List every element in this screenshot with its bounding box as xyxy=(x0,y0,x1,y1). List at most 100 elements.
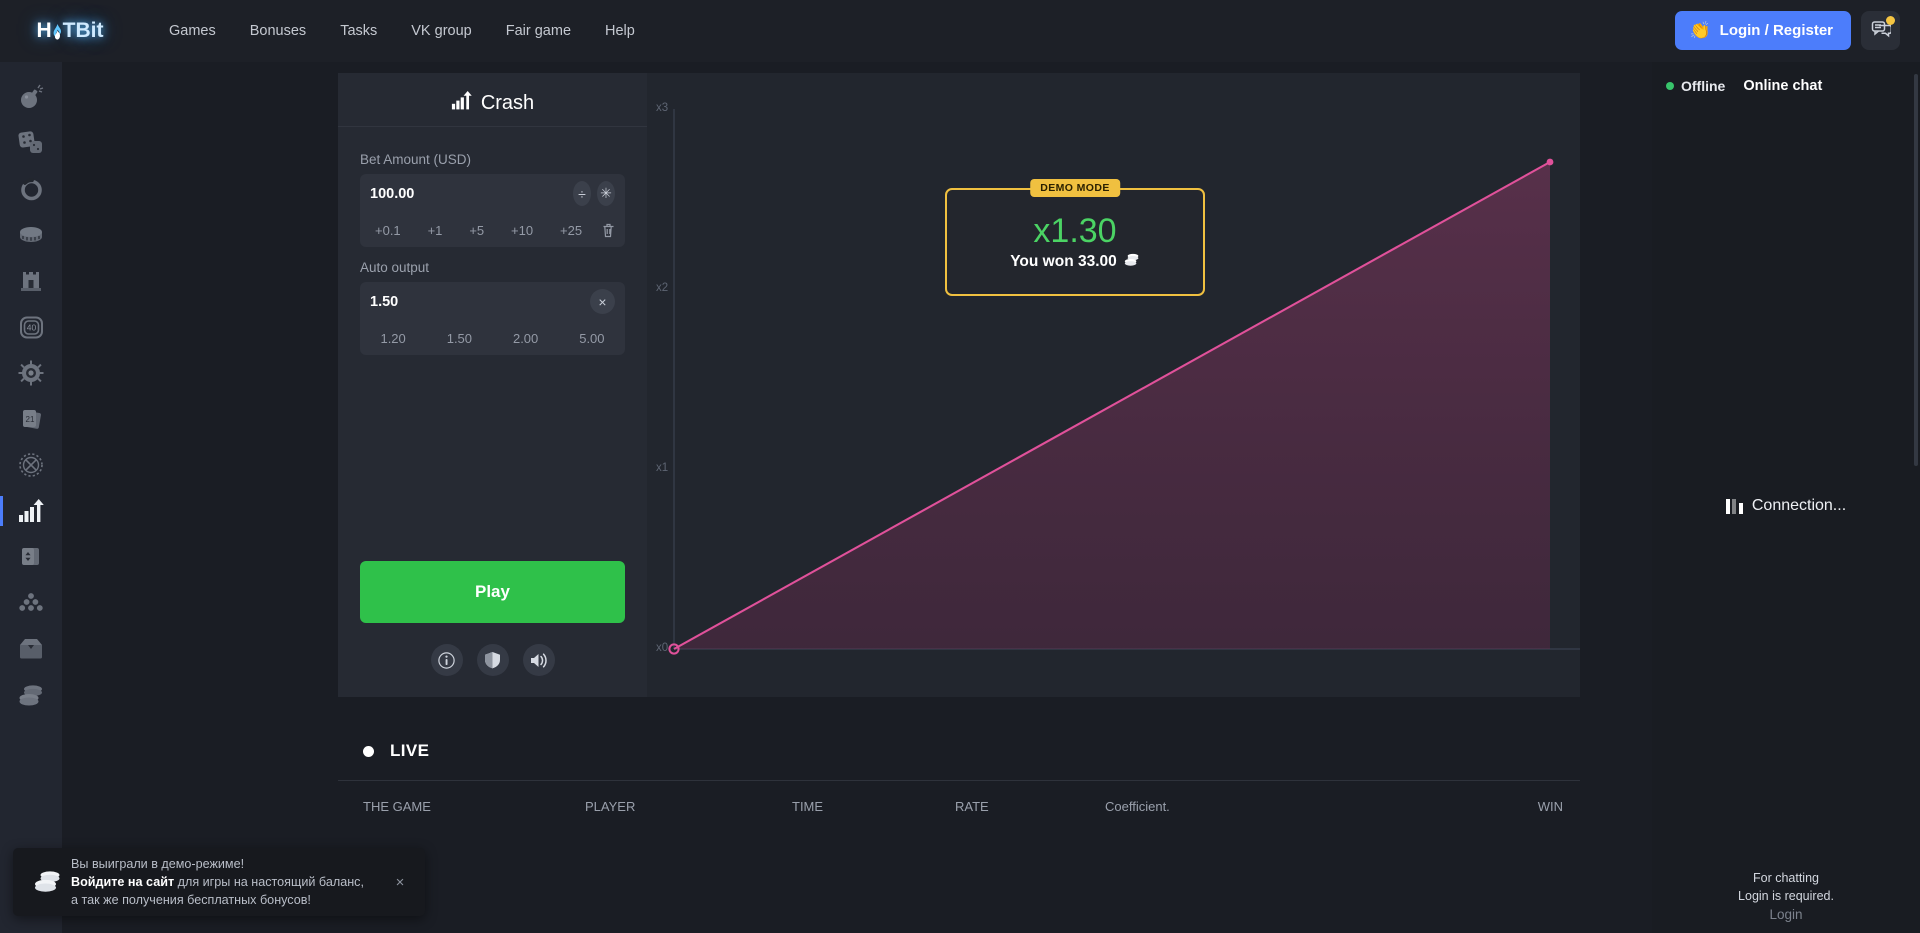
online-status-dot xyxy=(1666,82,1674,90)
nav-item-fair-game[interactable]: Fair game xyxy=(489,15,588,47)
sidebar-item-keno-40[interactable]: 40 xyxy=(0,304,62,350)
tower-icon xyxy=(19,269,43,293)
bet-divide-button[interactable]: ÷ xyxy=(573,181,591,206)
bet-multiply-button[interactable]: ✳ xyxy=(597,181,615,206)
bomb-icon xyxy=(18,84,44,110)
nav-item-vk-group[interactable]: VK group xyxy=(394,15,488,47)
auto-quick-2[interactable]: 2.00 xyxy=(493,331,559,346)
bet-amount-group: ÷ ✳ +0.1 +1 +5 +10 +25 xyxy=(360,174,625,247)
main-nav: Games Bonuses Tasks VK group Fair game H… xyxy=(152,15,652,47)
bet-quick-0[interactable]: +0.1 xyxy=(368,220,408,241)
live-table-header-row: THE GAME PLAYER TIME RATE Coefficient. W… xyxy=(338,799,1580,814)
toast-line-3: а так же получения бесплатных бонусов! xyxy=(71,893,311,908)
sound-on-icon[interactable] xyxy=(522,644,555,676)
bet-amount-label: Bet Amount (USD) xyxy=(360,152,472,167)
sidebar-item-blackjack-21[interactable]: 21 xyxy=(0,396,62,442)
main-stage: Crash Bet Amount (USD) ÷ ✳ +0.1 +1 +5 +1… xyxy=(62,62,1652,933)
auto-output-input[interactable] xyxy=(370,293,584,310)
bet-amount-input[interactable] xyxy=(370,185,567,202)
coins-stack-icon xyxy=(25,869,71,895)
sidebar-item-tower[interactable] xyxy=(0,258,62,304)
column-header-win: WIN xyxy=(1537,799,1563,814)
fairness-shield-icon[interactable] xyxy=(476,644,509,676)
chat-login-link[interactable]: Login xyxy=(1652,905,1920,925)
chat-scrollbar[interactable] xyxy=(1914,74,1918,466)
info-icon[interactable] xyxy=(430,644,463,676)
chat-connection-label: Connection... xyxy=(1751,497,1847,514)
bet-quick-3[interactable]: +10 xyxy=(504,220,540,241)
demo-result-popup: DEMO MODE x1.30 You won 33.00 xyxy=(945,179,1205,296)
cards-21-icon: 21 xyxy=(19,407,44,432)
hilo-card-icon xyxy=(19,545,43,570)
live-label: LIVE xyxy=(390,741,430,760)
result-win-text: You won 33.00 xyxy=(1010,253,1117,271)
column-header-coefficient: Coefficient. xyxy=(1105,799,1170,814)
chat-title: Online chat xyxy=(1743,78,1823,94)
close-icon[interactable]: × xyxy=(387,874,413,891)
logo-text-prefix: H xyxy=(36,19,52,42)
sidebar-item-bomb[interactable] xyxy=(0,74,62,120)
sidebar-item-crash[interactable] xyxy=(0,488,62,534)
sidebar-item-chip[interactable] xyxy=(0,212,62,258)
result-multiplier: x1.30 xyxy=(1033,211,1117,250)
demo-win-toast: Вы выиграли в демо-режиме! Войдите на са… xyxy=(13,848,425,916)
clapping-hands-icon: 👏 xyxy=(1689,21,1711,40)
sidebar-item-dice[interactable] xyxy=(0,120,62,166)
crash-chart-svg xyxy=(668,109,1580,655)
crash-chart-icon xyxy=(451,90,472,117)
nav-item-games[interactable]: Games xyxy=(152,15,233,47)
nav-item-help[interactable]: Help xyxy=(588,15,652,47)
auto-quick-3[interactable]: 5.00 xyxy=(559,331,625,346)
sidebar-item-wheel[interactable] xyxy=(0,350,62,396)
y-tick-x1: x1 xyxy=(656,462,669,474)
sidebar-item-coins[interactable] xyxy=(0,672,62,718)
login-register-label: Login / Register xyxy=(1719,22,1833,39)
bet-quick-amounts: +0.1 +1 +5 +10 +25 xyxy=(360,213,625,247)
chat-footer: For chatting Login is required. Login xyxy=(1652,869,1920,925)
column-header-player: PLAYER xyxy=(585,799,636,814)
chat-footer-line2: Login is required. xyxy=(1738,889,1834,904)
auto-output-clear-button[interactable]: × xyxy=(590,289,615,314)
toast-message: Вы выиграли в демо-режиме! Войдите на са… xyxy=(71,855,387,910)
logo-text-suffix: TBit xyxy=(62,19,104,42)
svg-text:21: 21 xyxy=(25,415,34,424)
sidebar-item-roulette[interactable] xyxy=(0,442,62,488)
auto-output-row: × xyxy=(360,282,625,321)
trash-icon[interactable] xyxy=(602,223,621,238)
sidebar-item-ring[interactable] xyxy=(0,166,62,212)
bet-quick-4[interactable]: +25 xyxy=(553,220,589,241)
auto-output-group: × 1.20 1.50 2.00 5.00 xyxy=(360,282,625,355)
auto-quick-values: 1.20 1.50 2.00 5.00 xyxy=(360,321,625,355)
result-win-row: You won 33.00 xyxy=(1010,253,1140,271)
nav-item-tasks[interactable]: Tasks xyxy=(323,15,394,47)
sidebar-item-cases[interactable] xyxy=(0,626,62,672)
login-register-button[interactable]: 👏 Login / Register xyxy=(1675,11,1851,50)
sidebar-item-hilo[interactable] xyxy=(0,534,62,580)
case-box-icon xyxy=(18,638,44,660)
column-header-time: TIME xyxy=(792,799,824,814)
site-logo[interactable]: H TBit xyxy=(22,18,118,44)
bet-panel-body: Bet Amount (USD) ÷ ✳ +0.1 +1 +5 +10 +25 xyxy=(338,127,647,545)
nav-item-bonuses[interactable]: Bonuses xyxy=(233,15,323,47)
chat-toggle-button[interactable] xyxy=(1861,11,1900,50)
auto-quick-1[interactable]: 1.50 xyxy=(426,331,492,346)
casino-chip-icon xyxy=(18,223,44,247)
crash-chart: x3 x2 x1 x0 DEMO MODE x1.30 You won 33.0… xyxy=(647,73,1580,697)
chat-status-label: Offline xyxy=(1681,78,1726,94)
online-chat-panel: Offline Online chat Connection... For ch… xyxy=(1652,62,1920,933)
chat-footer-line1: For chatting xyxy=(1752,871,1819,886)
column-header-rate: RATE xyxy=(955,799,989,814)
head-marker xyxy=(1546,158,1554,166)
sidebar-item-plinko[interactable] xyxy=(0,580,62,626)
bet-quick-2[interactable]: +5 xyxy=(462,220,491,241)
games-sidebar: 40 21 xyxy=(0,62,62,933)
y-tick-x0: x0 xyxy=(656,642,669,654)
ring-icon xyxy=(19,177,44,202)
chat-header: Offline Online chat xyxy=(1652,62,1920,110)
bet-amount-row: ÷ ✳ xyxy=(360,174,625,213)
live-section: LIVE THE GAME PLAYER TIME RATE Coefficie… xyxy=(338,722,1580,814)
y-tick-x3: x3 xyxy=(656,102,669,114)
auto-quick-0[interactable]: 1.20 xyxy=(360,331,426,346)
play-button[interactable]: Play xyxy=(360,561,625,623)
bet-quick-1[interactable]: +1 xyxy=(421,220,450,241)
